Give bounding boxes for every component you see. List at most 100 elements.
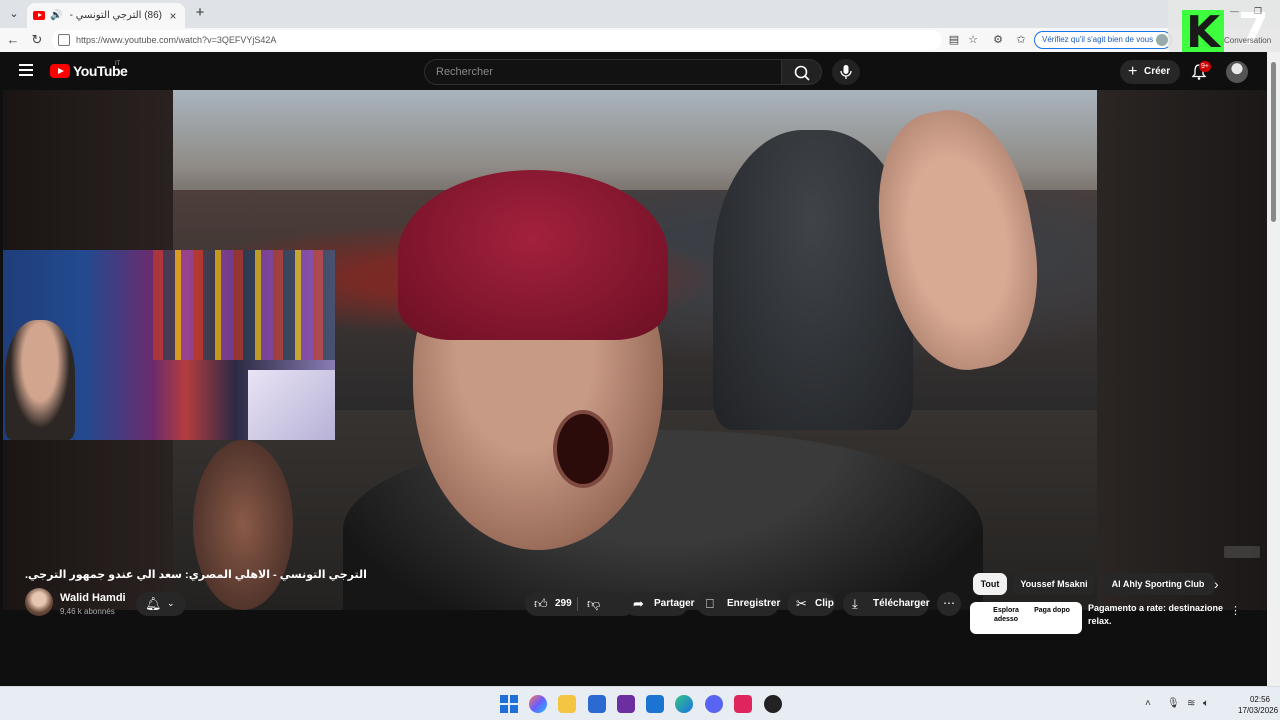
url-text: https://www.youtube.com/watch?v=3QEFVYjS… <box>76 35 277 45</box>
country-code: IT <box>115 61 121 67</box>
chip-al-ahly[interactable]: Al Ahly Sporting Club <box>1101 573 1215 595</box>
maximize-icon[interactable]: ❐ <box>1254 6 1262 17</box>
streamer-webcam-overlay <box>3 250 335 440</box>
minimize-icon[interactable]: — <box>1230 6 1239 16</box>
favorite-star-icon[interactable]: ☆ <box>966 33 980 47</box>
channel-subscribers: 9,46 k abonnés <box>60 607 115 616</box>
edge-icon[interactable] <box>675 695 693 713</box>
channel-avatar[interactable] <box>25 588 53 616</box>
red-beanie <box>398 170 668 340</box>
more-actions-icon[interactable]: ⋯ <box>937 592 961 616</box>
voice-search-button[interactable] <box>832 59 860 85</box>
channel-name[interactable]: Walid Hamdi <box>60 592 126 604</box>
tab-strip: ⌄ 🔊 (86) الترجي التونسي - الاهلي ال × + <box>0 0 1280 28</box>
save-label: Enregistrer <box>727 598 781 609</box>
like-divider <box>577 597 578 611</box>
taskbar-clock[interactable]: 02:56 17/03/2026 <box>1238 694 1279 716</box>
like-dislike-group: 👍︎ 299 👎︎ <box>525 592 635 616</box>
like-count[interactable]: 299 <box>555 592 572 616</box>
create-label: Créer <box>1144 66 1171 77</box>
back-arrow-icon[interactable]: ← <box>5 32 21 48</box>
create-button[interactable]: + Créer <box>1120 60 1180 84</box>
file-explorer-icon[interactable] <box>558 695 576 713</box>
windows-taskbar: ˄ 🎙︎ ≋ 🔈︎ 02:56 17/03/2026 <box>0 686 1280 720</box>
chips-next-chevron-icon[interactable]: › <box>1214 576 1219 592</box>
verify-identity-button[interactable]: Vérifiez qu'il s'agit bien de vous <box>1034 31 1172 49</box>
video-watermark <box>1224 546 1260 558</box>
download-label: Télécharger <box>873 598 930 609</box>
clip-button[interactable]: ✂ Clip <box>787 592 835 616</box>
video-title: الترجي التونسي - الاهلي المصري: سعد الي … <box>25 569 367 581</box>
profile-avatar[interactable] <box>1156 34 1168 46</box>
volume-icon[interactable]: 🔈︎ <box>1203 698 1209 709</box>
app-icon-purple[interactable] <box>617 695 635 713</box>
plus-icon: + <box>1128 63 1138 80</box>
open-mouth <box>553 410 613 488</box>
search-button[interactable] <box>782 59 822 85</box>
address-bar[interactable]: https://www.youtube.com/watch?v=3QEFVYjS… <box>52 30 942 50</box>
share-arrow-icon: ➦ <box>633 596 644 611</box>
menu-icon[interactable] <box>19 64 33 76</box>
browser-toolbar: ← ↻ https://www.youtube.com/watch?v=3QEF… <box>0 28 1280 52</box>
account-avatar[interactable] <box>1226 61 1248 83</box>
wifi-icon[interactable]: ≋ <box>1187 698 1195 709</box>
reader-view-icon[interactable]: ▤ <box>947 33 961 47</box>
share-button[interactable]: ➦ Partager <box>624 592 695 616</box>
tab-title: (86) الترجي التونسي - الاهلي ال <box>67 10 162 21</box>
webcam-poster-wall <box>153 250 335 360</box>
download-button[interactable]: ⤓ Télécharger <box>843 592 930 616</box>
new-tab-plus-icon[interactable]: + <box>192 5 208 21</box>
search-input[interactable]: Rechercher <box>424 59 782 85</box>
chip-youssef-msakni[interactable]: Youssef Msakni <box>1013 573 1095 595</box>
clock-time: 02:56 <box>1249 695 1270 704</box>
page-scrollbar[interactable] <box>1267 52 1280 686</box>
stream-logo-overlay: K 7 Conversation — ❐ <box>1168 0 1280 60</box>
player-ambient-right <box>1097 90 1267 610</box>
chip-all[interactable]: Tout <box>973 573 1007 595</box>
video-player[interactable] <box>3 90 1267 610</box>
k7-logo-letter: K <box>1182 10 1224 56</box>
foreground-ear <box>193 440 293 610</box>
store-icon[interactable] <box>588 695 606 713</box>
outlook-icon[interactable] <box>646 695 664 713</box>
microphone-icon <box>840 65 852 79</box>
app-icon-red[interactable] <box>734 695 752 713</box>
ad-thumbnail[interactable]: Esplora adesso Paga dopo <box>970 602 1082 634</box>
favorites-icon[interactable]: ✩ <box>1014 33 1028 47</box>
bell-icon: 🔔︎ <box>145 596 162 611</box>
windows-start-icon[interactable] <box>500 695 518 713</box>
tab-list-chevron-icon[interactable]: ⌄ <box>6 6 22 22</box>
site-info-icon[interactable] <box>58 34 70 46</box>
reload-icon[interactable]: ↻ <box>29 32 45 48</box>
tray-chevron-icon[interactable]: ˄ <box>1145 698 1151 709</box>
subscription-bell-button[interactable]: 🔔︎ ⌄ <box>136 592 186 616</box>
discord-icon[interactable] <box>705 695 723 713</box>
ad-title[interactable]: Pagamento a rate: destinazione relax. <box>1088 602 1228 628</box>
browser-tab-youtube[interactable]: 🔊 (86) الترجي التونسي - الاهلي ال × <box>27 3 185 28</box>
ad-menu-icon[interactable]: ⋮ <box>1230 604 1241 617</box>
conversation-label: Conversation <box>1224 36 1272 45</box>
tab-close-icon[interactable]: × <box>167 10 179 22</box>
ad-thumb-right-text: Paga dopo <box>1034 607 1070 614</box>
bookmark-icon: ⎕ <box>706 596 714 611</box>
save-button[interactable]: ⎕ Enregistrer <box>697 592 781 616</box>
thumbs-down-icon[interactable]: 👎︎ <box>587 592 600 616</box>
scissors-icon: ✂ <box>796 596 807 611</box>
clock-date: 17/03/2026 <box>1238 706 1279 715</box>
clip-label: Clip <box>815 598 834 609</box>
extensions-icon[interactable]: ⚙ <box>991 33 1005 47</box>
copilot-icon[interactable] <box>529 695 547 713</box>
thumbs-up-icon[interactable]: 👍︎ <box>534 592 548 616</box>
youtube-masthead: YouTube IT Rechercher + Créer 9+ <box>3 52 1267 90</box>
obs-icon[interactable] <box>764 695 782 713</box>
youtube-play-icon <box>50 64 70 78</box>
streamer <box>5 320 75 440</box>
speaker-icon[interactable]: 🔊 <box>50 10 62 22</box>
scrollbar-thumb[interactable] <box>1271 62 1276 222</box>
youtube-favicon-icon <box>33 11 45 20</box>
search-icon <box>794 65 810 81</box>
share-label: Partager <box>654 598 695 609</box>
download-icon: ⤓ <box>852 596 858 611</box>
notifications-badge: 9+ <box>1199 61 1211 72</box>
tray-mic-icon[interactable]: 🎙︎ <box>1167 698 1180 709</box>
